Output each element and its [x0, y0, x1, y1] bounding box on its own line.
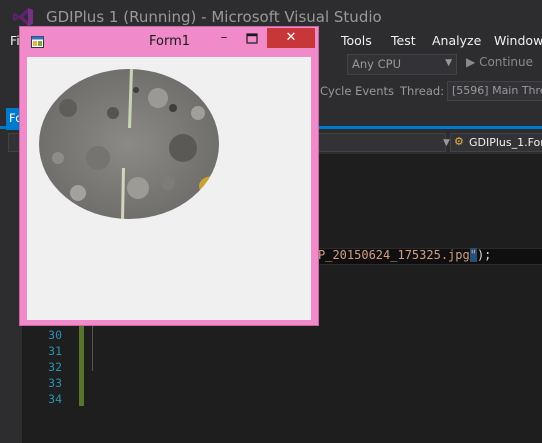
line-number: 32 — [48, 360, 62, 374]
maximize-icon — [246, 33, 258, 44]
visual-studio-logo-icon — [13, 8, 33, 26]
continue-label: Continue — [479, 55, 534, 69]
close-icon: ✕ — [285, 30, 297, 45]
menu-test[interactable]: Test — [391, 33, 416, 48]
menu-tools[interactable]: Tools — [341, 33, 372, 48]
thread-value: [5596] Main Thread — [452, 84, 542, 97]
scope-guide — [92, 325, 94, 371]
class-icon: ⚙ — [454, 135, 464, 148]
maximize-button[interactable] — [242, 30, 262, 48]
member-dropdown[interactable]: ⚙ GDIPlus_1.Form1 — [450, 133, 542, 152]
chevron-down-icon: ▼ — [443, 138, 450, 148]
form1-client-area[interactable] — [27, 57, 311, 320]
line-number: 34 — [48, 392, 62, 406]
clipped-photo-ellipse — [39, 69, 219, 219]
thread-label: Thread: — [400, 84, 445, 98]
member-value: GDIPlus_1.Form1 — [469, 136, 542, 149]
form1-title: Form1 — [149, 34, 191, 49]
chevron-down-icon: ▼ — [445, 58, 452, 68]
window-title: GDIPlus 1 (Running) - Microsoft Visual S… — [46, 8, 382, 26]
code-end: ); — [476, 248, 492, 262]
form1-window[interactable]: Form1 – ✕ — [19, 26, 319, 326]
menu-window[interactable]: Window — [494, 33, 542, 48]
minimize-button[interactable]: – — [214, 30, 234, 48]
continue-button[interactable]: ▶ Continue — [466, 55, 533, 69]
thread-dropdown[interactable]: [5596] Main Thread — [447, 81, 542, 101]
platform-dropdown[interactable]: Any CPU ▼ — [347, 54, 457, 75]
line-number: 30 — [48, 328, 62, 342]
close-button[interactable]: ✕ — [267, 28, 315, 48]
code-quote: " — [469, 248, 477, 262]
line-number: 31 — [48, 344, 62, 358]
lifecycle-events-button[interactable]: Cycle Events — [320, 84, 394, 98]
app-window-icon — [31, 36, 44, 48]
menu-analyze[interactable]: Analyze — [432, 33, 481, 48]
code-line: P_20150624_175325.jpg"); — [318, 248, 491, 262]
line-number: 33 — [48, 376, 62, 390]
platform-value: Any CPU — [352, 57, 401, 71]
play-icon: ▶ — [466, 55, 476, 69]
code-string-literal: P_20150624_175325.jpg — [318, 248, 470, 262]
